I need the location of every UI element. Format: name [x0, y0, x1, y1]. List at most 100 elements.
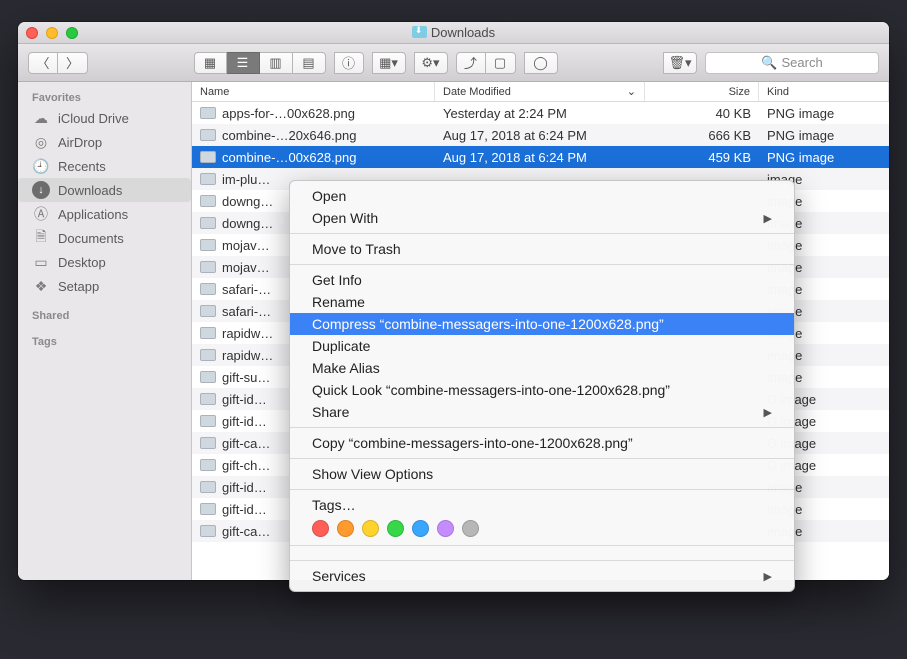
menu-make-alias[interactable]: Make Alias [290, 357, 794, 379]
file-thumb-icon [200, 283, 216, 295]
file-thumb-icon [200, 239, 216, 251]
file-name: rapidw… [222, 348, 273, 363]
menu-duplicate[interactable]: Duplicate [290, 335, 794, 357]
minimize-window-button[interactable] [46, 27, 58, 39]
sidebar-item-documents[interactable]: 🗎Documents [18, 226, 191, 250]
view-icons-button[interactable]: ▦ [194, 52, 227, 74]
sidebar-item-icloud[interactable]: ☁︎iCloud Drive [18, 106, 191, 130]
menu-open-with[interactable]: Open With▶ [290, 207, 794, 229]
window-title: Downloads [18, 25, 889, 40]
col-name[interactable]: Name [192, 82, 435, 101]
col-kind[interactable]: Kind [759, 82, 889, 101]
file-name: gift-su… [222, 370, 270, 385]
sort-indicator-icon: ⌄ [627, 85, 636, 98]
submenu-arrow-icon: ▶ [764, 570, 772, 583]
sidebar-item-setapp[interactable]: ❖Setapp [18, 274, 191, 298]
tags-button[interactable]: ◯ [524, 52, 558, 74]
file-name: gift-ca… [222, 524, 270, 539]
view-list-button[interactable]: ☰ [227, 52, 260, 74]
file-size: 40 KB [645, 106, 759, 121]
file-name: combine-…00x628.png [222, 150, 356, 165]
sidebar-item-recents[interactable]: 🕘Recents [18, 154, 191, 178]
sidebar-section-tags: Tags [18, 332, 191, 350]
file-name: apps-for-…00x628.png [222, 106, 355, 121]
file-thumb-icon [200, 393, 216, 405]
view-gallery-button[interactable]: ▤ [293, 52, 326, 74]
menu-quick-look[interactable]: Quick Look “combine-messagers-into-one-1… [290, 379, 794, 401]
file-thumb-icon [200, 129, 216, 141]
menu-move-to-trash[interactable]: Move to Trash [290, 238, 794, 260]
table-row[interactable]: combine-…00x628.png Aug 17, 2018 at 6:24 … [192, 146, 889, 168]
view-columns-button[interactable]: ▥ [260, 52, 293, 74]
search-input[interactable]: 🔍 Search [705, 52, 879, 74]
tag-color-dot[interactable] [387, 520, 404, 537]
file-date: Aug 17, 2018 at 6:24 PM [435, 150, 645, 165]
sidebar-item-downloads[interactable]: ↓Downloads [18, 178, 191, 202]
share-button[interactable]: ⤴ [456, 52, 486, 74]
file-name: safari-… [222, 282, 271, 297]
docs-icon: 🗎 [32, 229, 50, 247]
sidebar: Favorites ☁︎iCloud Drive ◎AirDrop 🕘Recen… [18, 82, 192, 580]
tag-colors [290, 516, 794, 541]
tag-color-dot[interactable] [337, 520, 354, 537]
file-thumb-icon [200, 305, 216, 317]
tag-color-dot[interactable] [412, 520, 429, 537]
menu-tags[interactable]: Tags… [290, 494, 794, 516]
info-button[interactable]: ⓘ [334, 52, 364, 74]
menu-copy[interactable]: Copy “combine-messagers-into-one-1200x62… [290, 432, 794, 454]
sidebar-item-applications[interactable]: ⒶApplications [18, 202, 191, 226]
file-thumb-icon [200, 415, 216, 427]
submenu-arrow-icon: ▶ [764, 212, 772, 225]
file-name: gift-id… [222, 502, 267, 517]
titlebar: Downloads [18, 22, 889, 44]
desktop-icon: ▭ [32, 253, 50, 271]
trash-button[interactable]: 🗑︎▾ [663, 52, 697, 74]
file-name: mojav… [222, 260, 270, 275]
context-menu: Open Open With▶ Move to Trash Get Info R… [289, 180, 795, 592]
file-name: gift-id… [222, 480, 267, 495]
file-thumb-icon [200, 327, 216, 339]
file-thumb-icon [200, 349, 216, 361]
file-name: im-plu… [222, 172, 270, 187]
back-button[interactable]: 〈 [28, 52, 58, 74]
tag-color-dot[interactable] [437, 520, 454, 537]
menu-get-info[interactable]: Get Info [290, 269, 794, 291]
file-thumb-icon [200, 525, 216, 537]
setapp-icon: ❖ [32, 277, 50, 295]
menu-rename[interactable]: Rename [290, 291, 794, 313]
action-button[interactable]: ⚙︎▾ [414, 52, 448, 74]
new-folder-button[interactable]: ▢ [486, 52, 516, 74]
menu-services[interactable]: Services▶ [290, 565, 794, 587]
file-name: downg… [222, 194, 273, 209]
col-date[interactable]: Date Modified⌄ [435, 82, 645, 101]
sidebar-item-desktop[interactable]: ▭Desktop [18, 250, 191, 274]
zoom-window-button[interactable] [66, 27, 78, 39]
traffic-lights [26, 27, 78, 39]
tag-color-dot[interactable] [362, 520, 379, 537]
col-size[interactable]: Size [645, 82, 759, 101]
file-thumb-icon [200, 107, 216, 119]
cloud-icon: ☁︎ [32, 109, 50, 127]
tag-color-dot[interactable] [312, 520, 329, 537]
file-thumb-icon [200, 151, 216, 163]
menu-share[interactable]: Share▶ [290, 401, 794, 423]
file-thumb-icon [200, 195, 216, 207]
sidebar-item-airdrop[interactable]: ◎AirDrop [18, 130, 191, 154]
folder-icon [412, 26, 427, 38]
file-name: gift-id… [222, 392, 267, 407]
arrange-button[interactable]: ▦▾ [372, 52, 406, 74]
table-row[interactable]: combine-…20x646.pngAug 17, 2018 at 6:24 … [192, 124, 889, 146]
file-name: safari-… [222, 304, 271, 319]
menu-compress[interactable]: Compress “combine-messagers-into-one-120… [290, 313, 794, 335]
table-row[interactable]: apps-for-…00x628.png Yesterday at 2:24 PM… [192, 102, 889, 124]
menu-open[interactable]: Open [290, 185, 794, 207]
file-date: Yesterday at 2:24 PM [435, 106, 645, 121]
tag-color-dot[interactable] [462, 520, 479, 537]
close-window-button[interactable] [26, 27, 38, 39]
file-name: gift-ca… [222, 436, 270, 451]
forward-button[interactable]: 〉 [58, 52, 88, 74]
menu-view-options[interactable]: Show View Options [290, 463, 794, 485]
file-name: combine-…20x646.png [222, 128, 356, 143]
file-kind: PNG image [759, 150, 889, 165]
clock-icon: 🕘 [32, 157, 50, 175]
